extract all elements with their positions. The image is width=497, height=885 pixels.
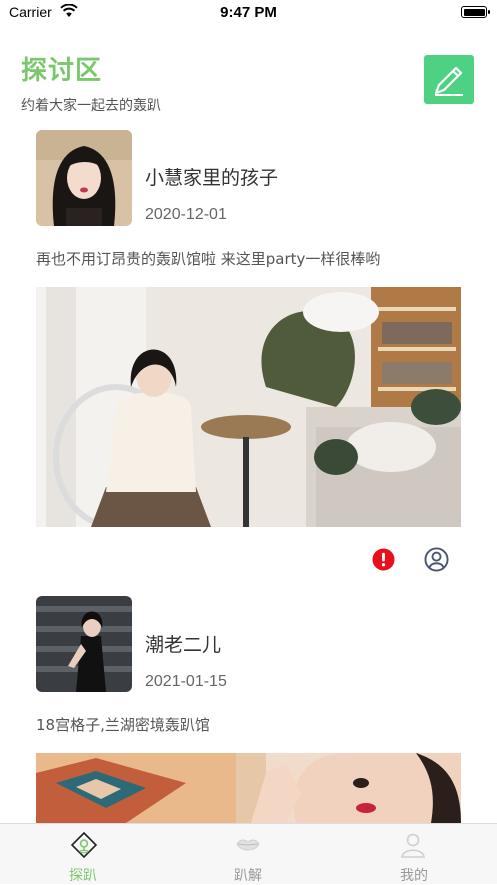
tab-label: 我的 [400,868,428,884]
tab-understand[interactable]: 趴解 [188,824,308,884]
tab-bar: 探趴 趴解 我的 [0,823,497,884]
page-title: 探讨区 [21,56,103,86]
user-profile-icon[interactable] [424,547,449,572]
post-date: 2020-12-01 [145,206,227,223]
post-date: 2021-01-15 [145,673,227,690]
page-subtitle: 约着大家一起去的轰趴 [21,98,161,114]
person-icon [401,833,425,858]
clock: 9:47 PM [220,4,277,21]
tab-profile[interactable]: 我的 [354,824,474,884]
post-username[interactable]: 潮老二儿 [145,630,221,657]
explore-pin-icon [71,832,97,858]
post-text: 18宫格子,兰湖密境轰趴馆 [36,716,210,734]
battery-icon [461,6,490,18]
report-icon[interactable] [372,548,395,571]
tab-label: 趴解 [234,868,262,884]
lips-icon [236,839,260,851]
tab-explore[interactable]: 探趴 [24,824,144,884]
post-username[interactable]: 小慧家里的孩子 [145,163,278,190]
post-image[interactable] [36,287,461,527]
post-text: 再也不用订昂贵的轰趴馆啦 来这里party一样很棒哟 [36,250,381,268]
post-image[interactable] [36,753,461,823]
avatar[interactable] [36,596,132,692]
tab-label: 探趴 [69,868,97,884]
status-bar: Carrier 9:47 PM [0,0,497,26]
compose-button[interactable] [424,55,474,104]
pencil-icon [434,66,463,96]
avatar[interactable] [36,130,132,226]
